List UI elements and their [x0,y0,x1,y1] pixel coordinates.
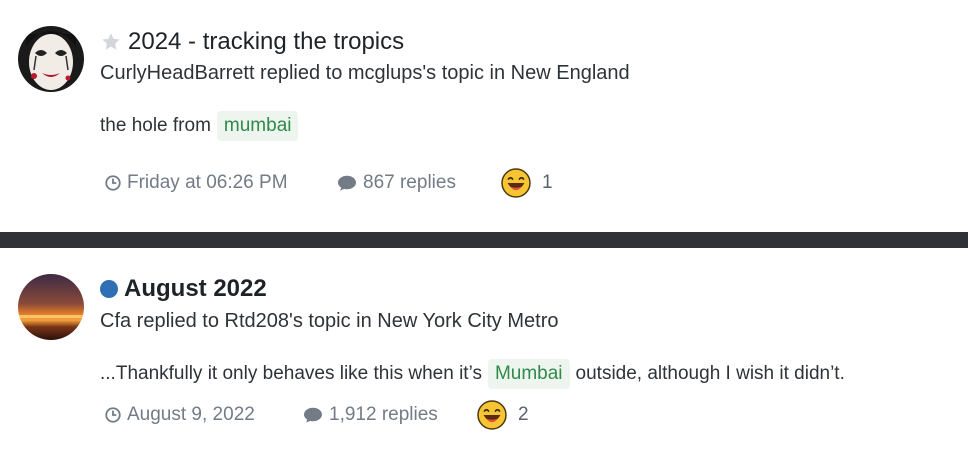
activity-item: 2024 - tracking the tropics CurlyHeadBar… [0,0,968,232]
highlight-tag: Mumbai [487,359,570,389]
comment-icon [338,175,356,191]
post-snippet: the hole from mumbai [100,111,304,141]
comment-icon [304,407,322,423]
highlight-tag: mumbai [216,111,299,141]
topic-title[interactable]: 2024 - tracking the tropics [128,28,404,56]
reaction[interactable]: 2 [476,399,529,431]
reaction-count: 1 [542,172,553,193]
replies-count[interactable]: 867 replies [336,172,500,194]
byline: CurlyHeadBarrett replied to mcglups's to… [100,62,630,84]
post-date[interactable]: Friday at 06:26 PM [104,172,336,194]
clock-icon [105,407,121,423]
post-snippet: ...Thankfully it only behaves like this … [100,359,845,389]
title-row: August 2022 [100,275,267,303]
replies-text: 867 replies [363,172,456,193]
topic-title[interactable]: August 2022 [124,275,267,303]
avatar[interactable] [18,274,84,340]
byline: Cfa replied to Rtd208's topic in New Yor… [100,310,559,332]
snippet-text: the hole from [100,115,211,136]
laughing-emoji-icon [501,168,531,198]
title-row: 2024 - tracking the tropics [100,28,404,56]
activity-item: August 2022 Cfa replied to Rtd208's topi… [0,248,968,464]
snippet-text-after: outside, although I wish it didn’t. [575,363,845,384]
post-date[interactable]: August 9, 2022 [104,404,302,426]
clock-icon [105,175,121,191]
date-text: Friday at 06:26 PM [127,172,288,193]
snippet-text: ...Thankfully it only behaves like this … [100,363,482,384]
laughing-emoji-icon [477,400,507,430]
meta-row: August 9, 2022 1,912 replies 2 [104,399,529,431]
reaction-count: 2 [518,404,529,425]
date-text: August 9, 2022 [127,404,255,425]
replies-text: 1,912 replies [329,404,438,425]
item-divider [0,232,968,248]
reaction[interactable]: 1 [500,167,553,199]
replies-count[interactable]: 1,912 replies [302,404,476,426]
unread-dot-icon [100,280,118,298]
meta-row: Friday at 06:26 PM 867 replies 1 [104,167,553,199]
star-icon[interactable] [100,31,122,53]
avatar[interactable] [18,26,84,92]
